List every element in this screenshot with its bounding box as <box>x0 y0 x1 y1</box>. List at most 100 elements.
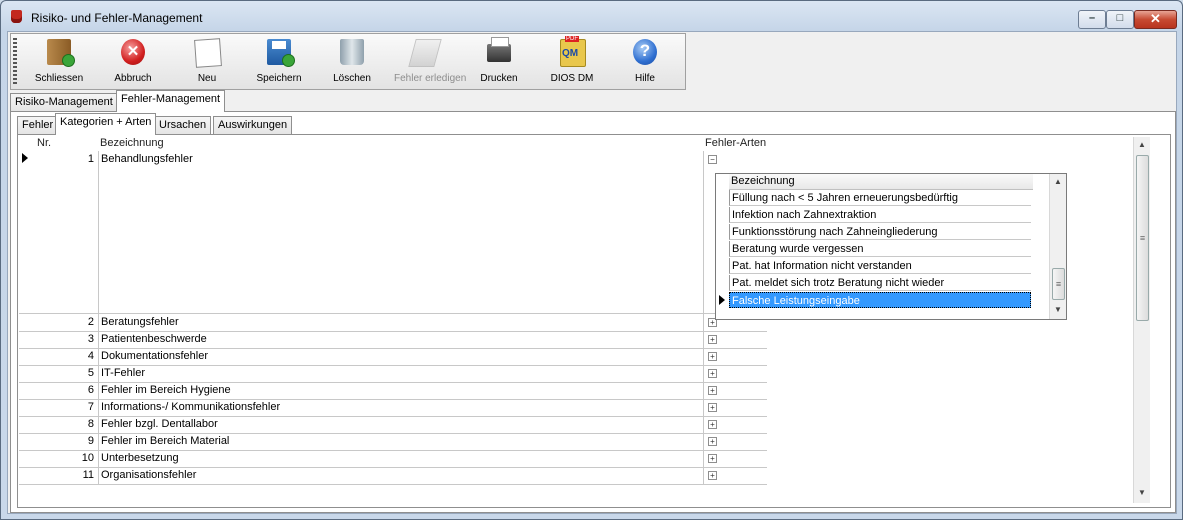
kategorien-panel: Nr. Bezeichnung Fehler-Arten 1 Behandlun… <box>17 134 1171 508</box>
subgrid-row[interactable]: Pat. meldet sich trotz Beratung nicht wi… <box>729 275 1031 291</box>
row-nr: 7 <box>87 401 94 413</box>
table-row[interactable]: 8 Fehler bzgl. Dentallabor + <box>19 416 767 434</box>
column-header-bezeichnung[interactable]: Bezeichnung <box>100 137 164 150</box>
row-nr: 1 <box>87 153 94 165</box>
close-button[interactable]: ✕ <box>1134 10 1177 29</box>
tab-fehler[interactable]: Fehler <box>17 116 59 135</box>
expand-icon[interactable]: + <box>708 454 717 463</box>
categories-grid[interactable]: Nr. Bezeichnung Fehler-Arten 1 Behandlun… <box>19 137 1150 503</box>
print-button[interactable]: Drucken <box>469 36 529 86</box>
row-bezeichnung: Beratungsfehler <box>98 314 703 331</box>
subgrid-header-bezeichnung[interactable]: Bezeichnung <box>729 174 1033 190</box>
subgrid-scrollbar[interactable]: ▲ ≡ ▼ <box>1049 174 1066 319</box>
table-row[interactable]: 4 Dokumentationsfehler + <box>19 348 767 366</box>
maximize-button[interactable]: □ <box>1106 10 1134 29</box>
scroll-down-arrow-icon[interactable]: ▼ <box>1134 485 1150 501</box>
scroll-thumb[interactable]: ≡ <box>1052 268 1065 300</box>
toolbar-grip[interactable] <box>13 38 17 86</box>
dios-dm-label: DIOS DM <box>550 73 594 84</box>
table-row[interactable]: 11 Organisationsfehler + <box>19 467 767 485</box>
row-bezeichnung: Behandlungsfehler <box>98 151 703 313</box>
table-row[interactable]: 6 Fehler im Bereich Hygiene + <box>19 382 767 400</box>
save-label: Speichern <box>256 73 302 84</box>
row-nr: 3 <box>87 333 94 345</box>
row-bezeichnung: Fehler im Bereich Material <box>98 433 703 450</box>
app-icon <box>11 10 22 23</box>
delete-label: Löschen <box>333 73 371 84</box>
dios-dm-button[interactable]: DIOS DM <box>542 36 602 86</box>
fehler-arten-subgrid[interactable]: Bezeichnung Füllung nach < 5 Jahren erne… <box>715 173 1067 320</box>
expand-icon[interactable]: + <box>708 335 717 344</box>
close-module-button[interactable]: Schliessen <box>29 36 89 86</box>
scroll-up-arrow-icon[interactable]: ▲ <box>1050 174 1066 190</box>
column-header-nr[interactable]: Nr. <box>37 137 51 150</box>
row-fehler-arten: + <box>703 450 767 467</box>
scroll-up-arrow-icon[interactable]: ▲ <box>1134 137 1150 153</box>
subgrid-row[interactable]: Beratung wurde vergessen <box>729 241 1031 257</box>
tab-risiko-management[interactable]: Risiko-Management <box>10 93 118 112</box>
client-area: Schliessen Abbruch Neu Speichern Löschen… <box>7 31 1177 514</box>
table-row[interactable]: 7 Informations-/ Kommunikationsfehler + <box>19 399 767 417</box>
cancel-button[interactable]: Abbruch <box>103 36 163 86</box>
column-header-fehler-arten[interactable]: Fehler-Arten <box>705 137 766 150</box>
toolbar: Schliessen Abbruch Neu Speichern Löschen… <box>10 33 686 90</box>
subgrid-row-selected[interactable]: Falsche Leistungseingabe <box>729 292 1031 308</box>
grid-scrollbar[interactable]: ▲ ≡ ▼ <box>1133 137 1150 503</box>
row-nr: 4 <box>87 350 94 362</box>
row-nr: 11 <box>82 469 94 481</box>
fehler-management-panel: Fehler Kategorien + Arten Ursachen Auswi… <box>10 111 1176 513</box>
help-button[interactable]: Hilfe <box>615 36 675 86</box>
expand-icon[interactable]: + <box>708 420 717 429</box>
row-nr: 8 <box>87 418 94 430</box>
scroll-thumb[interactable]: ≡ <box>1136 155 1149 321</box>
tab-ursachen[interactable]: Ursachen <box>154 116 212 135</box>
close-module-label: Schliessen <box>34 73 84 84</box>
row-fehler-arten: + <box>703 382 767 399</box>
collapse-icon[interactable]: − <box>708 155 717 164</box>
title-bar[interactable]: Risiko- und Fehler-Management – □ ✕ <box>1 1 1182 31</box>
row-nr: 6 <box>87 384 94 396</box>
subgrid-row[interactable]: Funktionsstörung nach Zahneingliederung <box>729 224 1031 240</box>
row-bezeichnung: Informations-/ Kommunikationsfehler <box>98 399 703 416</box>
exit-door-icon <box>47 39 75 67</box>
new-label: Neu <box>197 73 217 84</box>
row-bezeichnung: Fehler im Bereich Hygiene <box>98 382 703 399</box>
table-row[interactable]: 10 Unterbesetzung + <box>19 450 767 468</box>
table-row[interactable]: 1 Behandlungsfehler − <box>19 151 767 314</box>
row-fehler-arten: + <box>703 399 767 416</box>
row-bezeichnung: Unterbesetzung <box>98 450 703 467</box>
expand-icon[interactable]: + <box>708 403 717 412</box>
subgrid-row[interactable]: Füllung nach < 5 Jahren erneuerungsbedür… <box>729 190 1031 206</box>
row-nr: 9 <box>87 435 94 447</box>
new-button[interactable]: Neu <box>177 36 237 86</box>
row-fehler-arten: + <box>703 348 767 365</box>
row-fehler-arten: + <box>703 331 767 348</box>
expand-icon[interactable]: + <box>708 437 717 446</box>
table-row[interactable]: 3 Patientenbeschwerde + <box>19 331 767 349</box>
window-title: Risiko- und Fehler-Management <box>31 11 203 25</box>
expand-icon[interactable]: + <box>708 369 717 378</box>
resolve-error-button[interactable]: Fehler erledigen <box>394 36 467 86</box>
row-bezeichnung: Patientenbeschwerde <box>98 331 703 348</box>
subgrid-row[interactable]: Infektion nach Zahnextraktion <box>729 207 1031 223</box>
application-window: Risiko- und Fehler-Management – □ ✕ Schl… <box>0 0 1183 520</box>
tab-auswirkungen[interactable]: Auswirkungen <box>213 116 293 135</box>
minimize-button[interactable]: – <box>1078 10 1106 29</box>
table-row[interactable]: 9 Fehler im Bereich Material + <box>19 433 767 451</box>
table-row[interactable]: 2 Beratungsfehler + <box>19 314 767 332</box>
save-button[interactable]: Speichern <box>249 36 309 86</box>
cancel-label: Abbruch <box>114 73 152 84</box>
table-row[interactable]: 5 IT-Fehler + <box>19 365 767 383</box>
subgrid-row[interactable]: Pat. hat Information nicht verstanden <box>729 258 1031 274</box>
help-icon <box>633 39 657 65</box>
expand-icon[interactable]: + <box>708 386 717 395</box>
resolve-error-label: Fehler erledigen <box>394 73 467 84</box>
delete-button[interactable]: Löschen <box>322 36 382 86</box>
expand-icon[interactable]: + <box>708 352 717 361</box>
tab-kategorien-arten[interactable]: Kategorien + Arten <box>55 113 157 135</box>
row-fehler-arten: + <box>703 365 767 382</box>
tab-fehler-management[interactable]: Fehler-Management <box>116 90 226 112</box>
printer-icon <box>487 37 511 62</box>
expand-icon[interactable]: + <box>708 471 717 480</box>
scroll-down-arrow-icon[interactable]: ▼ <box>1050 302 1066 318</box>
